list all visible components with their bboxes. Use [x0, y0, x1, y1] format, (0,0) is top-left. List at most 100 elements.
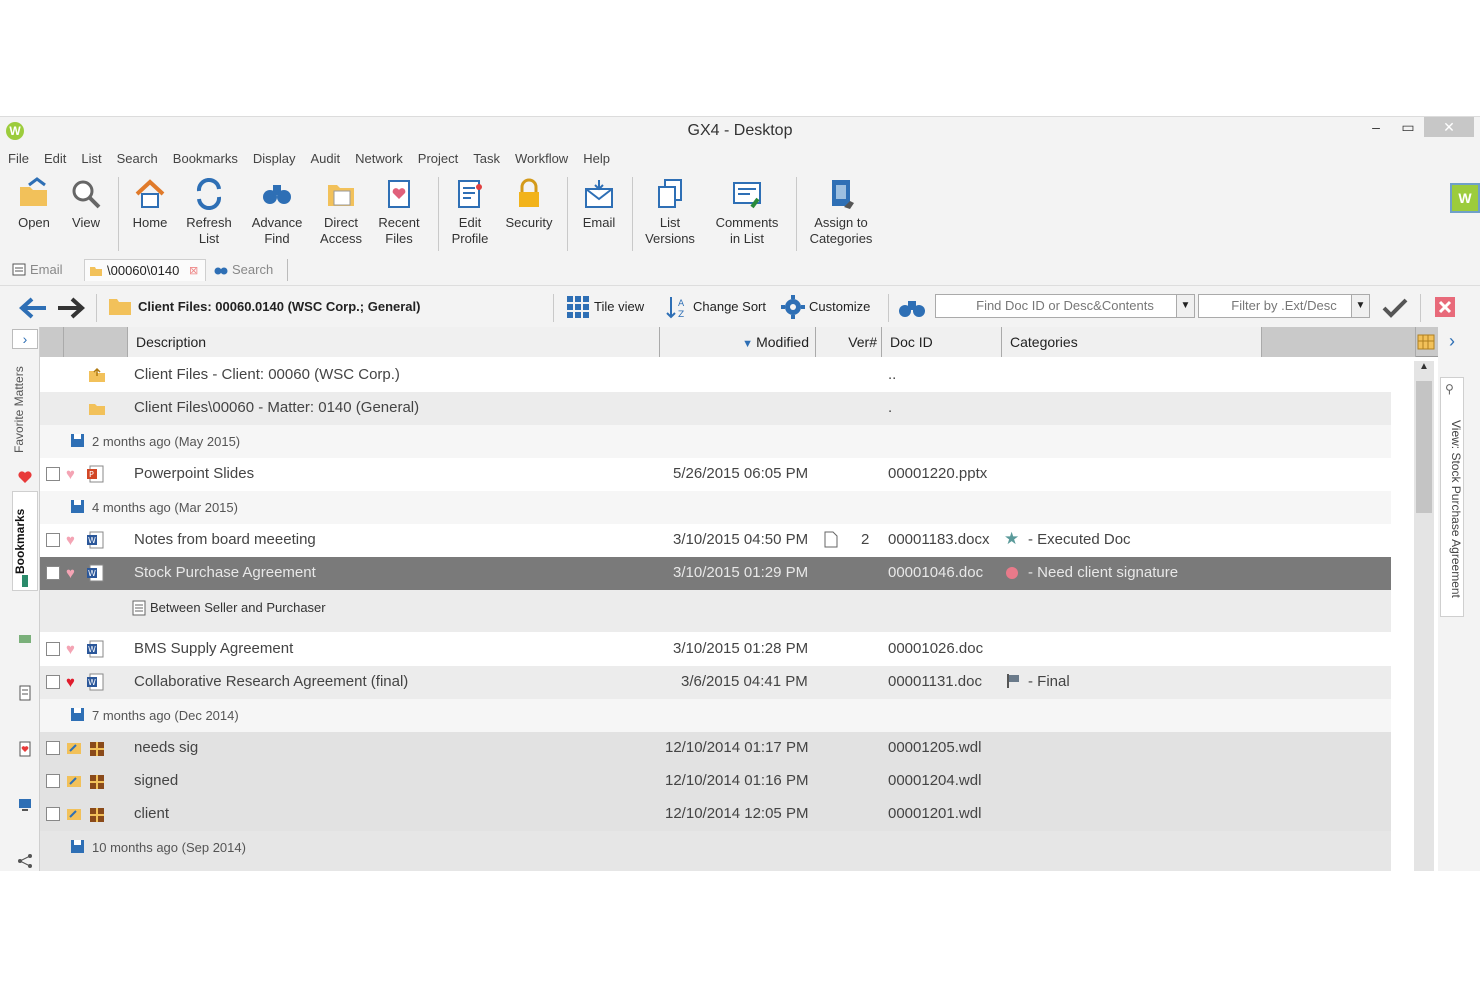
- minimize-button[interactable]: ‒: [1362, 117, 1390, 137]
- view-button[interactable]: View: [64, 177, 108, 231]
- favorite-heart-filled-icon[interactable]: ♥: [66, 675, 75, 690]
- favorite-heart-icon[interactable]: ♥: [66, 642, 75, 657]
- open-button[interactable]: Open: [12, 177, 56, 231]
- favorite-heart-icon[interactable]: ♥: [66, 467, 75, 482]
- email-button[interactable]: Email: [576, 177, 622, 231]
- expand-viewer-button[interactable]: ›: [1442, 331, 1462, 353]
- back-arrow-icon[interactable]: [18, 296, 48, 320]
- table-row[interactable]: ♥ W BMS Supply Agreement 3/10/2015 01:28…: [40, 633, 1391, 666]
- menu-display[interactable]: Display: [245, 149, 303, 166]
- menu-task[interactable]: Task: [465, 149, 507, 166]
- listversions-label-2: Versions: [645, 231, 695, 246]
- gear-icon: [781, 295, 805, 319]
- row-checkbox[interactable]: [46, 741, 60, 755]
- recent-files-button[interactable]: Recent Files: [374, 177, 424, 247]
- menu-project[interactable]: Project: [410, 149, 465, 166]
- chevron-down-icon[interactable]: ▼: [1351, 295, 1369, 317]
- advance-find-button[interactable]: Advance Find: [246, 177, 308, 247]
- table-row-selected[interactable]: ♥ W Stock Purchase Agreement 3/10/2015 0…: [40, 557, 1391, 590]
- share-icon[interactable]: [17, 853, 33, 869]
- table-row[interactable]: needs sig 12/10/2014 01:17 PM 00001205.w…: [40, 732, 1391, 765]
- table-row[interactable]: ♥ W Notes from board meeeting 3/10/2015 …: [40, 524, 1391, 557]
- edit-profile-button[interactable]: Edit Profile: [446, 177, 494, 247]
- word-file-icon: W: [87, 640, 104, 658]
- menu-search[interactable]: Search: [109, 149, 165, 166]
- email-label: Email: [582, 215, 616, 230]
- table-row[interactable]: ♥ W Collaborative Research Agreement (fi…: [40, 666, 1391, 699]
- row-checkbox[interactable]: [46, 467, 60, 481]
- clear-filter-icon[interactable]: [1434, 296, 1456, 318]
- column-description[interactable]: Description: [128, 327, 660, 357]
- network-icon[interactable]: [17, 629, 33, 645]
- refresh-list-button[interactable]: Refresh List: [182, 177, 236, 247]
- close-tab-icon[interactable]: ⊠: [189, 260, 198, 282]
- viewer-tab[interactable]: ⚲ View: Stock Purchase Agreement: [1440, 377, 1464, 617]
- scrollbar-thumb[interactable]: [1416, 381, 1432, 513]
- tab-search[interactable]: Search: [210, 259, 288, 281]
- group-header[interactable]: 10 months ago (Sep 2014): [40, 831, 1391, 871]
- menu-help[interactable]: Help: [575, 149, 617, 166]
- list-item[interactable]: Client Files - Client: 00060 (WSC Corp.)…: [40, 359, 1391, 392]
- binoculars-icon[interactable]: [898, 296, 926, 320]
- row-checkbox[interactable]: [46, 566, 60, 580]
- tile-view-button[interactable]: Tile view: [566, 296, 644, 318]
- chevron-down-icon[interactable]: ▼: [1176, 295, 1194, 317]
- row-checkbox[interactable]: [46, 642, 60, 656]
- menu-bookmarks[interactable]: Bookmarks: [165, 149, 245, 166]
- filter-combo[interactable]: Filter by .Ext/Desc ▼: [1198, 294, 1370, 318]
- list-item[interactable]: Client Files\00060 - Matter: 0140 (Gener…: [40, 392, 1391, 425]
- word-file-icon: W: [87, 564, 104, 582]
- menu-file[interactable]: File: [0, 149, 36, 166]
- direct-access-button[interactable]: Direct Access: [316, 177, 366, 247]
- maximize-button[interactable]: ▭: [1394, 117, 1422, 137]
- security-button[interactable]: Security: [502, 177, 556, 231]
- find-doc-combo[interactable]: Find Doc ID or Desc&Contents ▼: [935, 294, 1195, 318]
- menu-workflow[interactable]: Workflow: [507, 149, 575, 166]
- favorite-matters-tab[interactable]: Favorite Matters: [12, 355, 38, 465]
- row-checkbox[interactable]: [46, 774, 60, 788]
- row-checkbox[interactable]: [46, 533, 60, 547]
- computer-icon[interactable]: [17, 797, 33, 813]
- forward-arrow-icon[interactable]: [56, 296, 86, 320]
- column-docid[interactable]: Doc ID: [882, 327, 1002, 357]
- tab-folder[interactable]: \00060\0140 ⊠: [84, 259, 206, 281]
- menu-network[interactable]: Network: [347, 149, 410, 166]
- checkmark-icon[interactable]: [1382, 296, 1408, 320]
- worldox-badge-icon[interactable]: W: [1450, 183, 1480, 213]
- menu-edit[interactable]: Edit: [36, 149, 73, 166]
- scroll-up-icon[interactable]: ▲: [1414, 361, 1434, 379]
- assign-categories-button[interactable]: Assign to Categories: [804, 177, 878, 247]
- document-list-icon[interactable]: [17, 685, 33, 701]
- group-header[interactable]: 2 months ago (May 2015): [40, 425, 1391, 458]
- group-header[interactable]: 7 months ago (Dec 2014): [40, 699, 1391, 732]
- group-header[interactable]: 4 months ago (Mar 2015): [40, 491, 1391, 524]
- column-modified[interactable]: ▼ Modified: [660, 327, 816, 357]
- favorite-heart-icon[interactable]: ♥: [66, 533, 75, 548]
- menu-list[interactable]: List: [73, 149, 108, 166]
- row-checkbox[interactable]: [46, 675, 60, 689]
- table-row[interactable]: client 12/10/2014 12:05 PM 00001201.wdl: [40, 798, 1391, 831]
- tab-email[interactable]: Email: [8, 259, 80, 281]
- list-versions-button[interactable]: List Versions: [640, 177, 700, 247]
- close-button[interactable]: ✕: [1424, 117, 1474, 137]
- row-category: - Final: [1028, 673, 1070, 690]
- select-column-header[interactable]: [40, 327, 64, 357]
- table-row[interactable]: ♥ P Powerpoint Slides 5/26/2015 06:05 PM…: [40, 458, 1391, 491]
- column-categories[interactable]: Categories: [1002, 327, 1262, 357]
- editprofile-label-2: Profile: [451, 231, 489, 246]
- change-sort-button[interactable]: AZ Change Sort: [665, 297, 766, 319]
- expand-panel-button[interactable]: ›: [12, 329, 38, 349]
- comments-in-list-button[interactable]: Comments in List: [710, 177, 784, 247]
- favorite-files-icon[interactable]: [17, 741, 33, 757]
- home-button[interactable]: Home: [128, 177, 172, 231]
- icon-column-header[interactable]: [64, 327, 128, 357]
- column-chooser-icon[interactable]: [1417, 333, 1435, 351]
- row-checkbox[interactable]: [46, 807, 60, 821]
- customize-button[interactable]: Customize: [781, 295, 870, 319]
- vertical-scrollbar[interactable]: ▲: [1414, 361, 1434, 871]
- favorite-heart-icon[interactable]: ♥: [66, 566, 75, 581]
- editprofile-label-1: Edit: [458, 215, 482, 230]
- menu-audit[interactable]: Audit: [302, 149, 347, 166]
- column-version[interactable]: Ver#: [816, 327, 882, 357]
- table-row[interactable]: signed 12/10/2014 01:16 PM 00001204.wdl: [40, 765, 1391, 798]
